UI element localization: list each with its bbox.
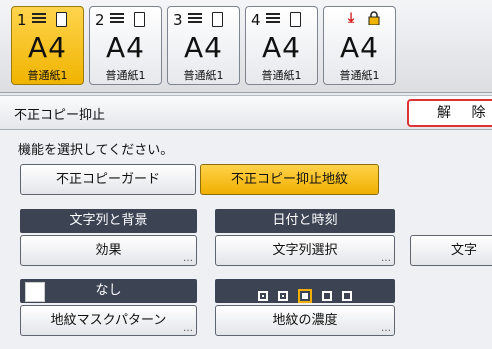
string-select-button[interactable]: 文字列選択 (215, 235, 395, 273)
paper-type: 普通紙1 (27, 69, 68, 82)
text-button-partial[interactable]: 文字 (410, 235, 492, 266)
tray-number: 2 (95, 11, 105, 29)
tray-1-button[interactable]: 1 A4 普通紙1 (11, 6, 84, 85)
paper-orientation-icon (134, 12, 145, 27)
panel-title: 不正コピー抑止 (14, 108, 106, 123)
density-level-2 (278, 290, 288, 301)
paper-type: 普通紙1 (183, 69, 224, 82)
density-level-1 (258, 290, 268, 301)
none-header: なし (20, 279, 197, 303)
tray-number: 1 (17, 11, 27, 29)
none-label: なし (95, 283, 122, 298)
tray-number: 3 (173, 11, 183, 29)
bypass-tray-button[interactable]: ⤓ A4 普通紙1 (323, 6, 396, 85)
mask-pattern-button[interactable]: 地紋マスクパターン (20, 305, 197, 343)
paper-type: 普通紙1 (105, 69, 146, 82)
paper-size: A4 (184, 31, 223, 64)
date-time-header: 日付と時刻 (215, 209, 395, 233)
checkbox-icon (25, 282, 45, 302)
lock-icon (368, 11, 380, 25)
paper-type: 普通紙1 (339, 69, 380, 82)
instruction-text: 機能を選択してください。 (18, 143, 174, 158)
paper-size: A4 (340, 31, 379, 64)
density-button[interactable]: 地紋の濃度 (215, 305, 395, 343)
density-level-3 (298, 288, 312, 303)
paper-size: A4 (262, 31, 301, 64)
paper-size: A4 (106, 31, 145, 64)
tray-2-button[interactable]: 2 A4 普通紙1 (89, 6, 162, 85)
paper-size: A4 (28, 31, 67, 64)
density-level-5 (342, 290, 352, 301)
density-indicator (215, 279, 395, 303)
bypass-tray-icon: ⤓ (348, 10, 355, 26)
paper-stack-icon (188, 13, 202, 25)
paper-type: 普通紙1 (261, 69, 302, 82)
paper-orientation-icon (56, 12, 67, 27)
pattern-suppress-button[interactable]: 不正コピー抑止地紋 (200, 164, 379, 195)
paper-stack-icon (32, 13, 46, 25)
paper-tray-bar: 1 A4 普通紙1 2 A4 普通紙1 3 A4 普通紙1 4 A4 普通紙1 … (0, 0, 492, 93)
cancel-button[interactable]: 解 除 (407, 99, 492, 127)
effect-button[interactable]: 効果 (20, 235, 197, 273)
paper-orientation-icon (212, 12, 223, 27)
paper-stack-icon (110, 13, 124, 25)
copy-guard-panel: 不正コピー抑止 解 除 機能を選択してください。 不正コピーガード 不正コピー抑… (0, 95, 492, 349)
density-level-4 (322, 290, 332, 301)
tray-3-button[interactable]: 3 A4 普通紙1 (167, 6, 240, 85)
tray-number: 4 (251, 11, 261, 29)
copy-guard-button[interactable]: 不正コピーガード (20, 164, 196, 195)
text-background-header: 文字列と背景 (20, 209, 197, 233)
paper-stack-icon (266, 13, 280, 25)
panel-title-bar: 不正コピー抑止 解 除 (0, 96, 492, 130)
tray-4-button[interactable]: 4 A4 普通紙1 (245, 6, 318, 85)
paper-orientation-icon (290, 12, 301, 27)
